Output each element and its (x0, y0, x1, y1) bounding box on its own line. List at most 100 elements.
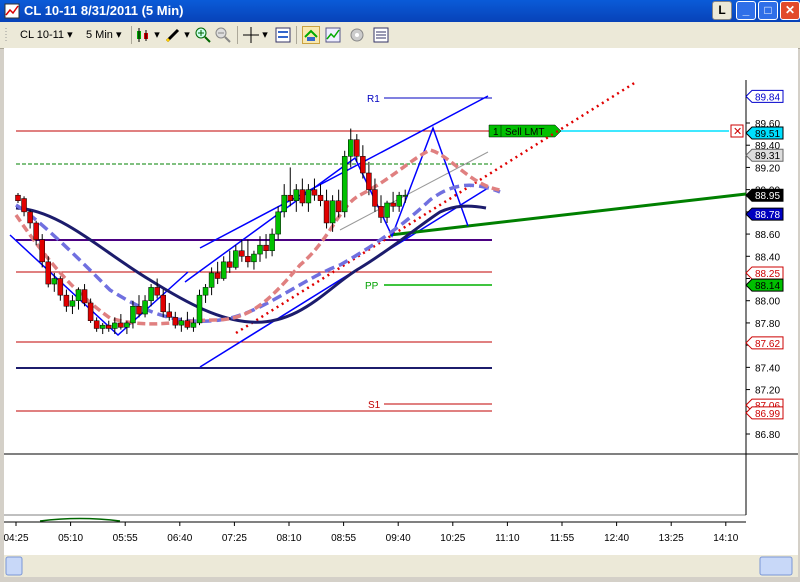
candle (360, 145, 366, 179)
candle-body (245, 256, 251, 263)
strategies-icon[interactable] (348, 26, 366, 44)
candle-body (148, 287, 154, 301)
pencil-draw-icon[interactable] (164, 26, 182, 44)
candle-body (51, 278, 58, 285)
time-tick-label: 08:10 (276, 533, 301, 544)
candlestick-style-icon[interactable] (134, 26, 152, 44)
candle-body (202, 287, 209, 296)
time-tick-label: 14:10 (713, 533, 738, 544)
candle-body (293, 189, 300, 201)
chart-trader-icon[interactable] (302, 26, 320, 44)
order-qty: 1 (493, 127, 499, 138)
time-tick-label: 11:55 (550, 533, 575, 544)
price-tick-label: 87.20 (755, 386, 780, 397)
candle-body (99, 324, 106, 329)
instrument-label: CL 10-11 (20, 29, 65, 41)
sell-limit-order-tag[interactable]: 1 Sell LMT (488, 124, 562, 138)
chevron-down-icon[interactable]: ▾ (260, 26, 270, 44)
chart-panel[interactable]: R1 PP S1 1 Sell LMT ✕ 89.6089.4089.2089 (3, 48, 798, 577)
price-badge-label: 88.95 (755, 191, 780, 202)
candle-body (239, 250, 245, 257)
cancel-order-icon: ✕ (733, 126, 742, 138)
data-box-icon[interactable] (372, 26, 390, 44)
candle (106, 320, 112, 332)
candle (384, 200, 390, 223)
price-tick-label: 87.80 (755, 319, 780, 330)
cancel-order-button[interactable]: ✕ (730, 124, 744, 138)
chevron-down-icon[interactable]: ▾ (152, 26, 162, 44)
time-tick-label: 12:40 (604, 533, 629, 544)
candle (263, 234, 269, 259)
candle-body (184, 320, 191, 328)
candle-body (227, 261, 233, 268)
candle-body (317, 194, 324, 201)
candle-body (33, 222, 39, 240)
title-bar[interactable]: CL 10-11 8/31/2011 (5 Min) L _ □ ✕ (0, 0, 800, 22)
horizontal-scrollbar[interactable] (4, 555, 798, 577)
candle-body (75, 289, 82, 301)
maximize-button[interactable]: □ (758, 1, 778, 20)
candle-body (27, 211, 33, 224)
candle (227, 250, 233, 273)
scrollbar-thumb[interactable] (759, 556, 793, 576)
candle-body (372, 189, 378, 207)
volume-curve (39, 517, 121, 522)
indicators-icon[interactable] (324, 26, 342, 44)
candle-body (130, 306, 136, 324)
green-trendline[interactable] (389, 192, 747, 237)
candle (402, 189, 408, 203)
close-button[interactable]: ✕ (780, 1, 800, 20)
candle (21, 196, 27, 217)
candle (45, 256, 51, 288)
price-badge-label: 88.25 (755, 269, 780, 280)
time-tick-label: 05:55 (113, 533, 138, 544)
zoom-in-icon[interactable] (194, 26, 212, 44)
link-button[interactable]: L (712, 1, 732, 20)
time-tick-label: 10:25 (440, 533, 465, 544)
candle (15, 192, 21, 203)
candle-body (69, 300, 76, 307)
toolbar-separator (237, 26, 238, 44)
candle-body (118, 322, 124, 328)
candle (184, 311, 191, 330)
candle (63, 289, 70, 312)
candle (372, 178, 378, 212)
candle-body (142, 300, 148, 315)
price-chart[interactable]: R1 PP S1 1 Sell LMT ✕ 89.6089.4089.2089 (3, 48, 798, 577)
chart-toolbar: CL 10-11 ▾ 5 Min ▾ ▾ ▾ ▾ (0, 22, 800, 49)
instrument-selector[interactable]: CL 10-11 ▾ (20, 26, 82, 44)
candle-body (15, 194, 21, 201)
price-tick-label: 87.40 (755, 363, 780, 374)
zigzag-left[interactable] (9, 234, 189, 337)
chart-properties-icon[interactable] (274, 26, 292, 44)
chevron-down-icon[interactable]: ▾ (182, 26, 192, 44)
candle-body (160, 294, 166, 313)
candle (396, 191, 402, 212)
candle (317, 184, 324, 207)
time-tick-label: 06:40 (167, 533, 192, 544)
candle-body (281, 194, 287, 213)
candle-body (305, 189, 312, 204)
candle-body (329, 200, 336, 224)
zoom-out-icon[interactable] (214, 26, 232, 44)
candle-body (93, 320, 100, 329)
candle-body (341, 156, 348, 213)
time-tick-label: 09:40 (386, 533, 411, 544)
minimize-button[interactable]: _ (736, 1, 756, 20)
toolbar-grip (4, 26, 14, 44)
time-tick-label: 07:25 (222, 533, 247, 544)
candle-body (360, 156, 366, 174)
toolbar-separator (131, 26, 132, 44)
scroll-left-button[interactable] (5, 556, 23, 576)
candle (57, 276, 64, 301)
candle-body (172, 317, 179, 326)
price-tick-label: 88.60 (755, 230, 780, 241)
time-axis: 04:25 05:10 05:55 06:40 07:25 08:10 08:55 09:40… (3, 522, 739, 544)
crosshair-icon[interactable] (242, 26, 260, 44)
interval-selector[interactable]: 5 Min ▾ (86, 26, 130, 44)
candle-body (335, 200, 342, 213)
candle (287, 167, 293, 207)
candle-body (178, 320, 185, 326)
candle (311, 178, 318, 201)
candle-body (275, 211, 281, 235)
